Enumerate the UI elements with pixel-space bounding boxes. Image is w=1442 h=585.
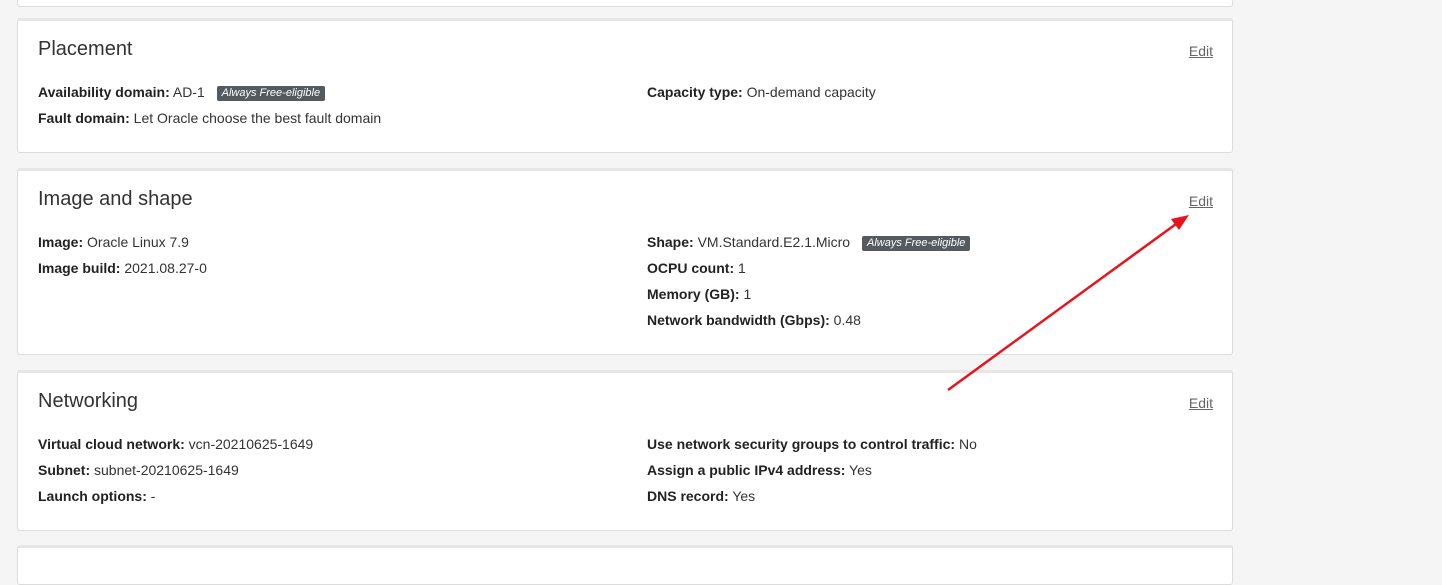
placement-right-column: Capacity type: On-demand capacity	[647, 84, 876, 110]
vcn-row: Virtual cloud network: vcn-20210625-1649	[38, 436, 313, 462]
field-label: Capacity type:	[647, 84, 743, 100]
field-value: No	[958, 436, 977, 452]
image-shape-edit-link[interactable]: Edit	[1189, 193, 1213, 209]
field-label: Shape:	[647, 234, 694, 250]
image-shape-left-column: Image: Oracle Linux 7.9 Image build: 202…	[38, 234, 207, 286]
image-build-row: Image build: 2021.08.27-0	[38, 260, 207, 286]
image-row: Image: Oracle Linux 7.9	[38, 234, 207, 260]
field-label: Use network security groups to control t…	[647, 436, 956, 452]
field-label: Image:	[38, 234, 84, 250]
field-label: Memory (GB):	[647, 286, 740, 302]
field-value: vcn-20210625-1649	[188, 436, 314, 452]
field-label: Virtual cloud network:	[38, 436, 185, 452]
field-value: subnet-20210625-1649	[94, 462, 239, 478]
image-shape-right-column: Shape: VM.Standard.E2.1.Micro Always Fre…	[647, 234, 971, 338]
field-label: Subnet:	[38, 462, 91, 478]
fault-domain-row: Fault domain: Let Oracle choose the best…	[38, 110, 381, 136]
field-value: -	[150, 488, 156, 504]
always-free-badge: Always Free-eligible	[216, 86, 326, 101]
availability-domain-row: Availability domain: AD-1 Always Free-el…	[38, 84, 381, 110]
network-bandwidth-row: Network bandwidth (Gbps): 0.48	[647, 312, 970, 338]
networking-left-column: Virtual cloud network: vcn-20210625-1649…	[38, 436, 313, 514]
networking-title: Networking	[38, 390, 139, 412]
field-label: Image build:	[38, 260, 121, 276]
field-value: Let Oracle choose the best fault domain	[133, 110, 382, 126]
shape-row: Shape: VM.Standard.E2.1.Micro Always Fre…	[647, 234, 971, 260]
field-value: 0.48	[833, 312, 861, 328]
previous-section-card	[17, 0, 1233, 7]
networking-section: Networking Edit Virtual cloud network: v…	[17, 370, 1233, 531]
always-free-badge: Always Free-eligible	[861, 236, 971, 251]
memory-row: Memory (GB): 1	[647, 286, 970, 312]
field-value: AD-1	[172, 84, 205, 100]
placement-section: Placement Edit Availability domain: AD-1…	[17, 18, 1233, 153]
capacity-type-row: Capacity type: On-demand capacity	[647, 84, 876, 110]
placement-left-column: Availability domain: AD-1 Always Free-el…	[38, 84, 381, 136]
field-label: Assign a public IPv4 address:	[647, 462, 846, 478]
field-label: Availability domain:	[38, 84, 170, 100]
field-value: 1	[743, 286, 752, 302]
image-shape-section: Image and shape Edit Image: Oracle Linux…	[17, 168, 1233, 355]
dns-record-row: DNS record: Yes	[647, 488, 977, 514]
field-label: Launch options:	[38, 488, 147, 504]
next-section-card	[17, 545, 1233, 585]
field-value: Oracle Linux 7.9	[87, 234, 189, 250]
networking-edit-link[interactable]: Edit	[1189, 395, 1213, 411]
nsg-row: Use network security groups to control t…	[647, 436, 977, 462]
field-label: OCPU count:	[647, 260, 735, 276]
public-ipv4-row: Assign a public IPv4 address: Yes	[647, 462, 977, 488]
ocpu-count-row: OCPU count: 1	[647, 260, 970, 286]
field-value: Yes	[732, 488, 756, 504]
field-label: DNS record:	[647, 488, 729, 504]
image-shape-title: Image and shape	[38, 188, 193, 210]
field-label: Network bandwidth (Gbps):	[647, 312, 830, 328]
launch-options-row: Launch options: -	[38, 488, 313, 514]
subnet-row: Subnet: subnet-20210625-1649	[38, 462, 313, 488]
networking-right-column: Use network security groups to control t…	[647, 436, 977, 514]
field-value: VM.Standard.E2.1.Micro	[697, 234, 851, 250]
field-value: 1	[738, 260, 746, 276]
field-value: 2021.08.27-0	[124, 260, 207, 276]
field-label: Fault domain:	[38, 110, 130, 126]
field-value: Yes	[849, 462, 872, 478]
field-value: On-demand capacity	[746, 84, 876, 100]
placement-title: Placement	[38, 38, 133, 60]
placement-edit-link[interactable]: Edit	[1189, 43, 1213, 59]
